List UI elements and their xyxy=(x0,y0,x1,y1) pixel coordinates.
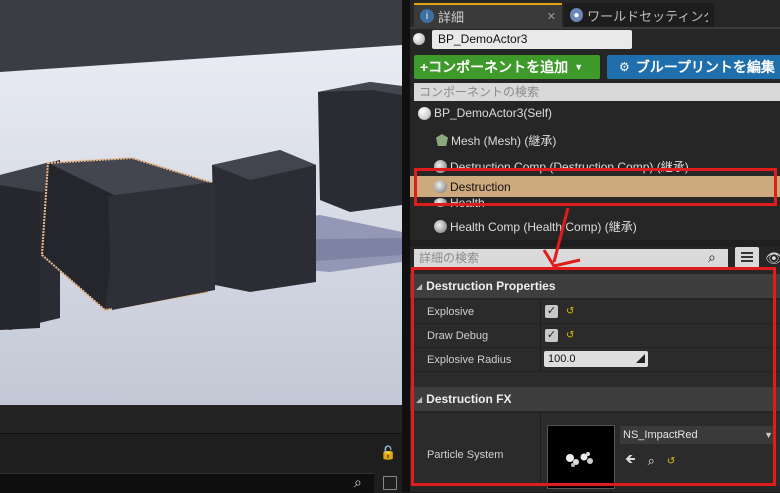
edit-blueprint-label: ブループリントを編集 xyxy=(635,59,775,75)
add-component-label: +コンポーネントを追加 xyxy=(420,59,569,75)
actor-name-field[interactable]: BP_DemoActor3 xyxy=(432,30,632,49)
component-search-input[interactable]: コンポーネントの検索 xyxy=(414,83,780,101)
lock-icon[interactable]: 🔓 xyxy=(380,445,396,461)
tab-label: 詳細 xyxy=(438,9,465,25)
edit-blueprint-button[interactable]: ⚙ ブループリントを編集 xyxy=(607,55,780,79)
search-icon[interactable]: ⌕ xyxy=(354,474,362,491)
viewport-divider xyxy=(0,405,402,433)
tab-label: ワールドセッティング xyxy=(587,8,708,24)
component-label: BP_DemoActor3(Self) xyxy=(434,106,553,120)
chevron-down-icon: ▼ xyxy=(574,62,584,72)
close-icon[interactable]: ✕ xyxy=(547,10,556,23)
cube-mesh xyxy=(108,182,215,310)
save-icon[interactable] xyxy=(383,476,397,490)
tab-bar-divider xyxy=(410,27,780,29)
panel-splitter[interactable] xyxy=(402,0,410,492)
info-icon: i xyxy=(420,9,434,23)
viewport-scene xyxy=(0,0,402,405)
component-row-self[interactable]: BP_DemoActor3(Self) xyxy=(410,103,780,123)
annotation-arrow xyxy=(542,207,581,268)
component-row-mesh[interactable]: Mesh (Mesh) (継承) xyxy=(410,130,780,150)
tab-details[interactable]: i 詳細 ✕ xyxy=(414,3,562,27)
actor-sphere-icon xyxy=(413,33,425,45)
bottom-search-input[interactable] xyxy=(0,473,374,493)
cube-mesh xyxy=(0,185,40,330)
search-icon[interactable]: ⌕ xyxy=(708,249,716,266)
actor-sphere-icon xyxy=(418,106,431,120)
blueprint-gear-icon: ⚙ xyxy=(619,60,630,74)
add-component-button[interactable]: +コンポーネントを追加 ▼ xyxy=(414,55,600,79)
annotation-highlight-box xyxy=(414,168,777,206)
component-icon xyxy=(434,219,447,233)
eye-icon[interactable]: 👁 xyxy=(765,250,780,267)
globe-icon: ● xyxy=(570,8,584,22)
mesh-icon xyxy=(436,134,448,146)
cube-mesh xyxy=(318,82,402,212)
component-label: Mesh (Mesh) (継承) xyxy=(451,133,557,148)
level-viewport[interactable] xyxy=(0,0,402,405)
tab-world-settings[interactable]: ● ワールドセッティング xyxy=(564,3,714,27)
annotation-highlight-box xyxy=(411,267,776,486)
property-matrix-icon[interactable] xyxy=(735,247,759,268)
